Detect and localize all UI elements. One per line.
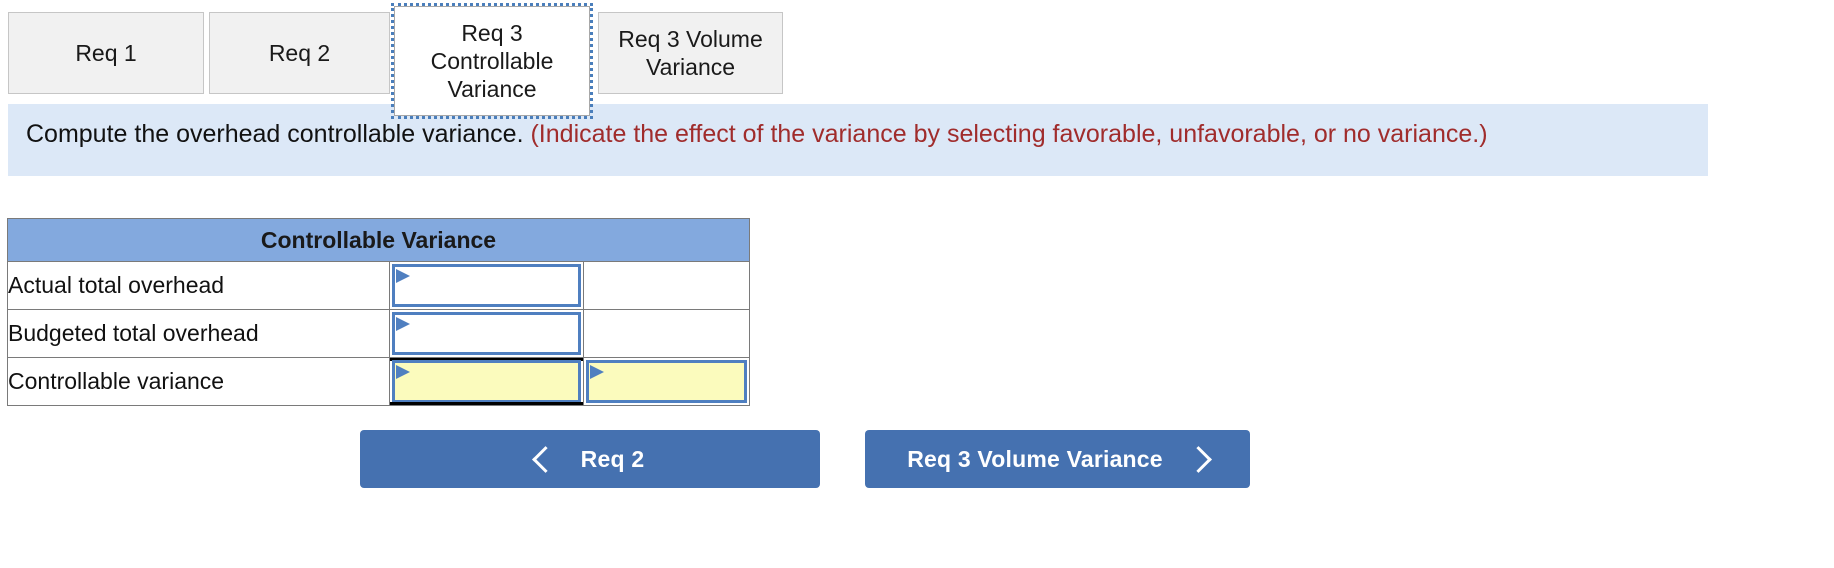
chevron-left-icon <box>531 445 559 473</box>
amount-cell-wrap <box>390 358 583 405</box>
tab-req-1-label: Req 1 <box>75 39 137 66</box>
table-title: Controllable Variance <box>7 218 750 262</box>
row-label-budgeted-total-overhead: Budgeted total overhead <box>7 309 390 358</box>
instruction-hint: (Indicate the effect of the variance by … <box>530 120 1488 148</box>
table-header-row: Controllable Variance <box>7 218 750 262</box>
prev-requirement-label: Req 2 <box>580 445 645 472</box>
table-row: Controllable variance <box>7 357 750 406</box>
effect-cell-wrap <box>584 358 749 405</box>
effect-cell-budgeted-total-overhead <box>583 309 750 358</box>
next-requirement-button[interactable]: Req 3 Volume Variance <box>865 430 1250 488</box>
tab-req-3-volume-variance[interactable]: Req 3 Volume Variance <box>598 12 783 94</box>
row-label-controllable-variance: Controllable variance <box>7 357 390 406</box>
amount-input-controllable-variance[interactable] <box>392 360 581 403</box>
table-head: Controllable Variance <box>7 218 750 262</box>
amount-cell-actual-total-overhead <box>389 261 584 310</box>
next-requirement-label: Req 3 Volume Variance <box>907 445 1163 472</box>
cell-marker-flag-icon <box>590 365 604 379</box>
controllable-variance-table: Controllable Variance Actual total overh… <box>7 218 750 406</box>
cell-marker-flag-icon <box>396 269 410 283</box>
worksheet-page: Req 1 Req 2 Req 3 Controllable Variance … <box>0 0 1834 568</box>
amount-cell-budgeted-total-overhead <box>389 309 584 358</box>
tab-req-3-controllable-variance-label: Req 3 Controllable Variance <box>430 19 554 103</box>
effect-cell-actual-total-overhead <box>583 261 750 310</box>
row-label-actual-total-overhead: Actual total overhead <box>7 261 390 310</box>
cell-marker-flag-icon <box>396 365 410 379</box>
cell-marker-flag-icon <box>396 317 410 331</box>
effect-select-controllable-variance[interactable] <box>586 360 747 403</box>
tab-req-1[interactable]: Req 1 <box>8 12 204 94</box>
requirement-tab-strip: Req 1 Req 2 Req 3 Controllable Variance … <box>8 3 1708 119</box>
chevron-right-icon <box>1184 445 1212 473</box>
amount-cell-controllable-variance <box>389 357 584 406</box>
effect-cell-controllable-variance <box>583 357 750 406</box>
amount-input-actual-total-overhead[interactable] <box>392 264 581 307</box>
tabs-row: Req 1 Req 2 Req 3 Controllable Variance … <box>8 3 1708 119</box>
instruction-prompt: Compute the overhead controllable varian… <box>26 120 524 148</box>
amount-cell-wrap <box>390 262 583 309</box>
tab-req-3-volume-variance-label: Req 3 Volume Variance <box>618 25 763 80</box>
table-row: Budgeted total overhead <box>7 309 750 358</box>
instruction-banner: Compute the overhead controllable varian… <box>8 104 1708 176</box>
amount-input-budgeted-total-overhead[interactable] <box>392 312 581 355</box>
tab-req-2[interactable]: Req 2 <box>209 12 390 94</box>
table-row: Actual total overhead <box>7 261 750 310</box>
amount-cell-wrap <box>390 310 583 357</box>
table-body: Actual total overhead Budgeted total ove… <box>7 261 750 406</box>
tab-req-3-controllable-variance[interactable]: Req 3 Controllable Variance <box>391 3 593 119</box>
prev-requirement-button[interactable]: Req 2 <box>360 430 820 488</box>
total-rule-bottom <box>390 402 583 405</box>
tab-req-2-label: Req 2 <box>268 39 331 66</box>
